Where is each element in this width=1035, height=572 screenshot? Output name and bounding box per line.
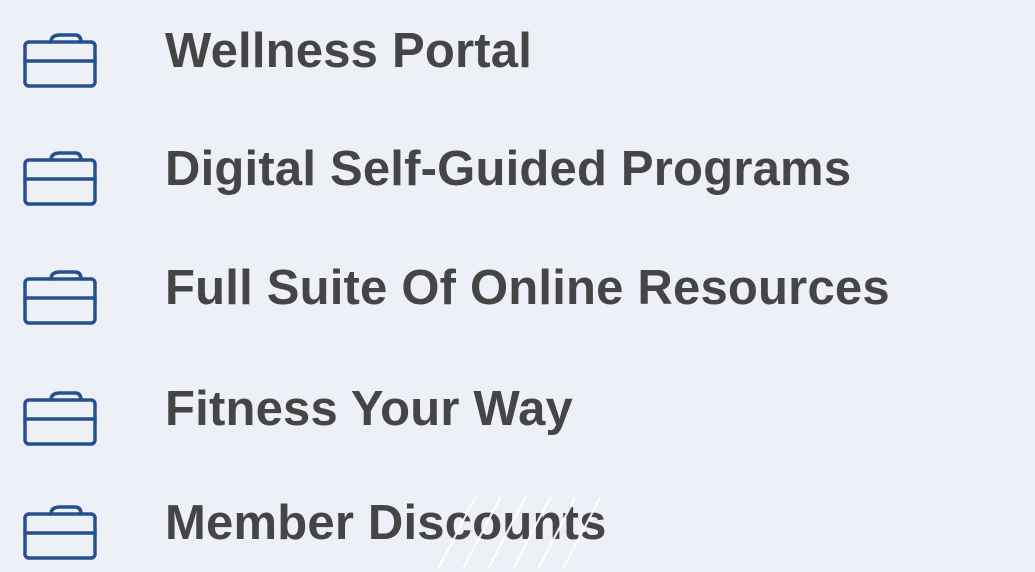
briefcase-icon: [22, 386, 98, 446]
list-item-label: Fitness Your Way: [165, 382, 574, 436]
list-item-fitness-your-way: Fitness Your Way: [0, 378, 1035, 458]
briefcase-icon: [22, 28, 98, 88]
list-item-member-discounts: Member Discounts: [0, 492, 1035, 572]
list-item-label: Digital Self-Guided Programs: [165, 142, 852, 196]
list-item-full-suite-of-online-resources: Full Suite Of Online Resources: [0, 257, 1035, 337]
list-item-label: Member Discounts: [165, 496, 607, 550]
list-item-digital-self-guided-programs: Digital Self-Guided Programs: [0, 138, 1035, 218]
briefcase-icon: [22, 265, 98, 325]
list-item-wellness-portal: Wellness Portal: [0, 20, 1035, 100]
benefits-list: Wellness Portal Digital Self-Guided Prog…: [0, 0, 1035, 569]
briefcase-icon: [22, 146, 98, 206]
list-item-label: Wellness Portal: [165, 24, 533, 78]
briefcase-icon: [22, 500, 98, 560]
list-item-label: Full Suite Of Online Resources: [165, 261, 890, 315]
